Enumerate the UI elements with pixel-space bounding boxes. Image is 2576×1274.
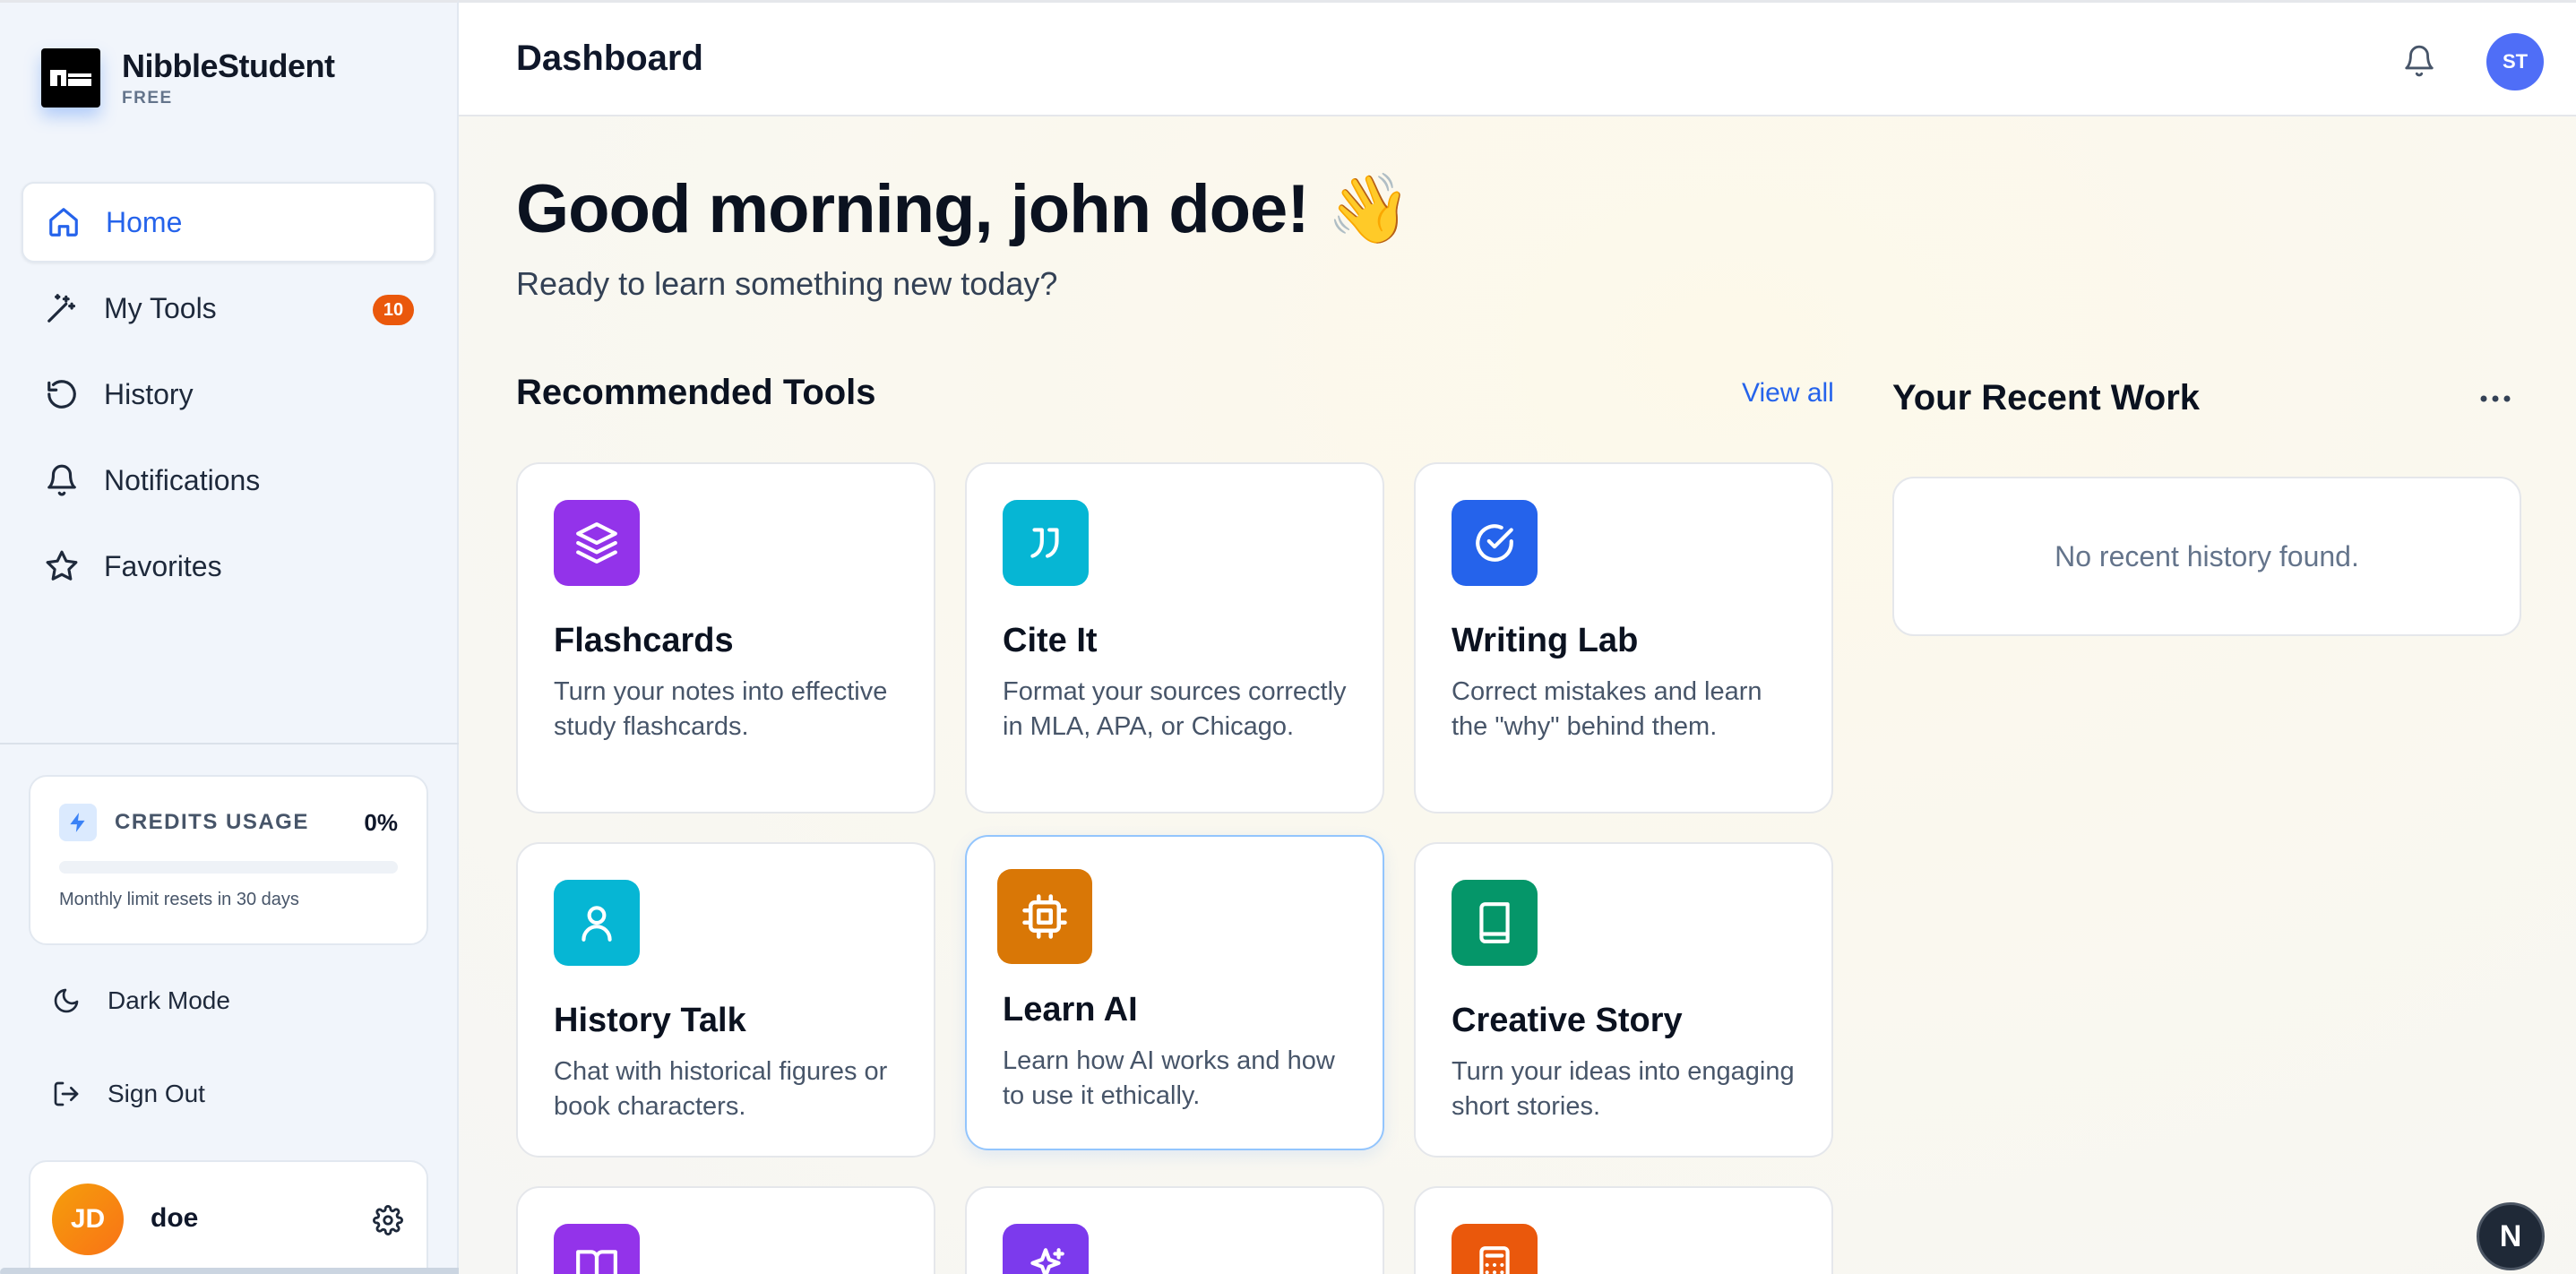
tool-name: Cite It bbox=[1003, 622, 1098, 659]
sparkles-icon bbox=[1003, 1224, 1089, 1274]
sidebar-item-notifications[interactable]: Notifications bbox=[22, 440, 435, 521]
tool-description: Turn your notes into effective study fla… bbox=[554, 677, 888, 741]
horizontal-scrollbar[interactable] bbox=[0, 1268, 495, 1274]
tools-count-badge: 10 bbox=[373, 295, 414, 325]
tool-card-partial[interactable] bbox=[965, 1186, 1384, 1274]
user-avatar-button[interactable]: ST bbox=[2486, 33, 2544, 90]
sidebar: NibbleStudent FREE Home My Tools 10 Hist… bbox=[0, 0, 495, 1274]
sidebar-item-home[interactable]: Home bbox=[22, 182, 435, 263]
chip-icon bbox=[997, 869, 1092, 964]
greeting-heading: Good morning, john doe! 👋 bbox=[516, 171, 1411, 247]
brand[interactable]: NibbleStudent FREE bbox=[41, 47, 335, 108]
main-content: Good morning, john doe! 👋 Ready to learn… bbox=[459, 116, 2576, 1274]
credits-percent: 0% bbox=[364, 808, 398, 836]
book-icon bbox=[1452, 880, 1538, 966]
sidebar-item-favorites[interactable]: Favorites bbox=[22, 526, 435, 607]
magic-wand-icon bbox=[43, 289, 81, 327]
tool-name: Flashcards bbox=[554, 622, 734, 659]
bell-icon bbox=[43, 461, 81, 499]
tool-description: Chat with historical figures or book cha… bbox=[554, 1057, 888, 1121]
recommended-tools-heading: Recommended Tools bbox=[516, 373, 876, 412]
dark-mode-button[interactable]: Dark Mode bbox=[50, 985, 230, 1017]
recent-work-heading: Your Recent Work bbox=[1892, 378, 2201, 417]
sidebar-item-my-tools[interactable]: My Tools 10 bbox=[22, 268, 435, 349]
sidebar-item-label: Notifications bbox=[104, 463, 261, 496]
sidebar-item-label: Favorites bbox=[104, 549, 222, 582]
dark-mode-label: Dark Mode bbox=[108, 986, 230, 1014]
tool-description: Turn your ideas into engaging short stor… bbox=[1452, 1057, 1795, 1121]
tool-card-cite-it[interactable]: Cite It Format your sources correctly in… bbox=[965, 462, 1384, 813]
tool-card-partial[interactable] bbox=[516, 1186, 935, 1274]
tool-description: Format your sources correctly in MLA, AP… bbox=[1003, 677, 1347, 741]
avatar: JD bbox=[52, 1184, 124, 1255]
tool-card-learn-ai[interactable]: Learn AI Learn how AI works and how to u… bbox=[965, 835, 1384, 1150]
credits-usage-card: CREDITS USAGE 0% Monthly limit resets in… bbox=[29, 775, 428, 945]
sidebar-nav: Home My Tools 10 History Notifications F… bbox=[22, 182, 435, 612]
credits-title: CREDITS USAGE bbox=[115, 810, 309, 834]
plan-badge: FREE bbox=[122, 89, 173, 108]
sidebar-item-label: Home bbox=[106, 205, 183, 238]
tool-description: Learn how AI works and how to use it eth… bbox=[1003, 1046, 1335, 1110]
sidebar-item-label: History bbox=[104, 377, 194, 410]
more-options-button[interactable] bbox=[2473, 385, 2518, 412]
tool-card-writing-lab[interactable]: Writing Lab Correct mistakes and learn t… bbox=[1414, 462, 1833, 813]
page-title: Dashboard bbox=[516, 39, 703, 78]
lightning-icon bbox=[59, 804, 97, 841]
view-all-link[interactable]: View all bbox=[1742, 378, 1834, 409]
sidebar-item-history[interactable]: History bbox=[22, 354, 435, 435]
user-profile-card[interactable]: JD doe bbox=[29, 1160, 428, 1274]
ellipsis-icon bbox=[2480, 395, 2511, 402]
brand-name: NibbleStudent bbox=[122, 47, 335, 84]
tool-card-flashcards[interactable]: Flashcards Turn your notes into effectiv… bbox=[516, 462, 935, 813]
check-circle-icon bbox=[1452, 500, 1538, 586]
tool-card-history-talk[interactable]: History Talk Chat with historical figure… bbox=[516, 842, 935, 1158]
history-icon bbox=[43, 375, 81, 413]
tool-name: Learn AI bbox=[1003, 991, 1138, 1029]
recent-work-empty-state: No recent history found. bbox=[1892, 477, 2521, 636]
sign-out-icon bbox=[50, 1078, 82, 1110]
calculator-icon bbox=[1452, 1224, 1538, 1274]
star-icon bbox=[43, 547, 81, 585]
quote-icon bbox=[1003, 500, 1089, 586]
user-icon bbox=[554, 880, 640, 966]
sign-out-label: Sign Out bbox=[108, 1080, 205, 1107]
tool-card-partial[interactable] bbox=[1414, 1186, 1833, 1274]
brand-logo bbox=[41, 48, 100, 108]
tool-description: Correct mistakes and learn the "why" beh… bbox=[1452, 677, 1762, 741]
moon-icon bbox=[50, 985, 82, 1017]
tool-name: History Talk bbox=[554, 1002, 746, 1039]
sidebar-divider bbox=[0, 743, 459, 745]
gear-icon[interactable] bbox=[373, 1205, 405, 1237]
tool-name: Creative Story bbox=[1452, 1002, 1683, 1039]
logo-icon bbox=[50, 70, 91, 86]
layers-icon bbox=[554, 500, 640, 586]
home-icon bbox=[45, 203, 82, 241]
top-header: Dashboard ST bbox=[459, 0, 2576, 116]
bell-icon bbox=[2405, 45, 2434, 77]
nextjs-dev-badge[interactable]: N bbox=[2477, 1202, 2545, 1270]
open-book-icon bbox=[554, 1224, 640, 1274]
user-name: doe bbox=[151, 1203, 199, 1233]
sidebar-item-label: My Tools bbox=[104, 291, 217, 324]
greeting-subtitle: Ready to learn something new today? bbox=[516, 265, 1058, 302]
tool-name: Writing Lab bbox=[1452, 622, 1639, 659]
notifications-button[interactable] bbox=[2399, 40, 2440, 82]
sign-out-button[interactable]: Sign Out bbox=[50, 1078, 205, 1110]
credits-reset-note: Monthly limit resets in 30 days bbox=[59, 890, 299, 909]
credits-progress-bar bbox=[59, 861, 398, 874]
tool-card-creative-story[interactable]: Creative Story Turn your ideas into enga… bbox=[1414, 842, 1833, 1158]
